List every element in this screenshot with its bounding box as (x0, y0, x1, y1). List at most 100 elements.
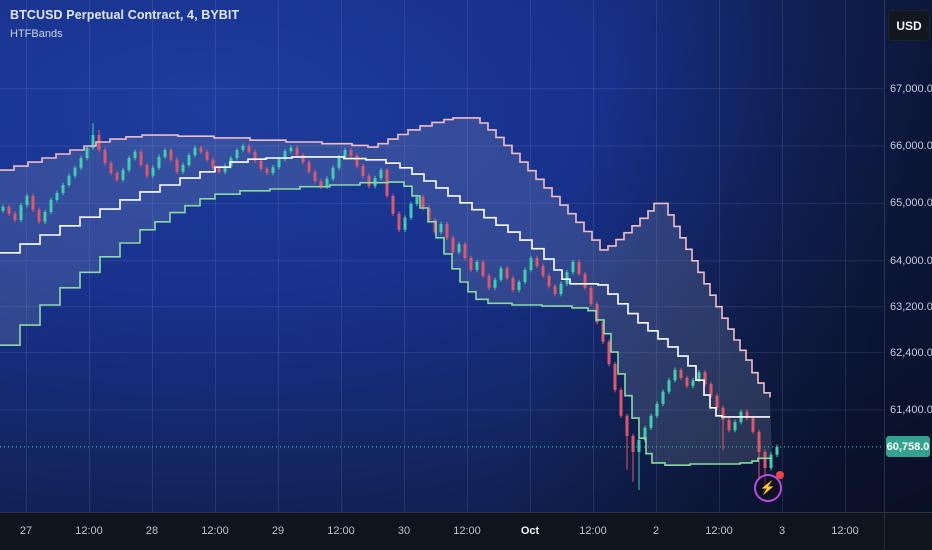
candle-body (445, 224, 449, 238)
candle-body (583, 273, 587, 288)
time-axis-label: 12:00 (201, 525, 229, 537)
candle-body (529, 257, 533, 270)
candle-body (349, 150, 353, 156)
candle-body (145, 164, 149, 176)
time-axis-label: 29 (271, 525, 285, 537)
publisher-logo[interactable]: ⚡ (754, 471, 784, 502)
candle-body (337, 156, 341, 168)
candle-body (613, 364, 617, 390)
chart-plot-area[interactable] (0, 0, 884, 512)
candle-body (73, 167, 77, 176)
candle-body (667, 380, 671, 392)
price-axis-label: 61,400.0 (890, 404, 932, 417)
candle-body (499, 268, 503, 280)
candle-body (67, 175, 71, 186)
candle-body (637, 439, 641, 452)
candle-body (607, 341, 611, 365)
candle-body (517, 282, 521, 291)
candle-body (157, 156, 161, 168)
indicator-label[interactable]: HTFBands (10, 28, 239, 40)
candle-body (151, 167, 155, 176)
candle-body (655, 403, 659, 416)
candle-body (217, 167, 221, 172)
candle-body (37, 209, 41, 222)
candle-body (727, 419, 731, 431)
candle-body (193, 147, 197, 156)
candle-body (289, 147, 293, 152)
candle-body (493, 279, 497, 288)
time-axis-label: 3 (778, 525, 786, 537)
candle-body (589, 287, 593, 304)
candle-body (343, 150, 347, 157)
candle-body (103, 150, 107, 164)
candle-body (187, 155, 191, 165)
candle-body (127, 158, 131, 171)
candle-body (247, 145, 251, 152)
candle-body (199, 147, 203, 152)
candle-body (625, 415, 629, 436)
candle-body (379, 170, 383, 179)
candle-body (469, 257, 473, 270)
candle-body (565, 272, 569, 284)
candle-body (85, 147, 89, 159)
candle-body (763, 451, 767, 469)
candle-body (547, 275, 551, 287)
candle-body (751, 418, 755, 432)
candle-body (463, 244, 467, 258)
candle-body (25, 195, 29, 206)
candle-body (163, 150, 167, 157)
symbol-title[interactable]: BTCUSD Perpetual Contract, 4, BYBIT (10, 8, 239, 22)
price-axis-label: 62,400.0 (890, 346, 932, 359)
candle-body (313, 171, 317, 181)
candle-body (205, 151, 209, 160)
candle-body (397, 213, 401, 230)
candle-body (403, 217, 407, 230)
candle-body (31, 195, 35, 210)
candle-body (19, 205, 23, 221)
candle-body (715, 395, 719, 408)
candle-body (733, 422, 737, 431)
candle-body (697, 372, 701, 381)
candle-body (55, 193, 59, 200)
candle-body (709, 384, 713, 396)
candle-body (331, 167, 335, 179)
time-axis[interactable]: 27 12:00 28 12:00 29 12:00 30 12:00 Oct 12:00 2 12:… (0, 512, 932, 550)
candle-body (133, 151, 137, 159)
time-axis-label: 12:00 (831, 525, 859, 537)
price-axis-label: 66,000.0 (890, 139, 932, 152)
chart-canvas[interactable] (0, 0, 884, 512)
candle-body (679, 369, 683, 378)
candle-body (49, 199, 53, 212)
candle-body (487, 275, 491, 288)
candle-body (121, 170, 125, 180)
last-price-badge: 60,758.0 (886, 436, 930, 458)
candle-body (571, 261, 575, 273)
time-axis-label: 12:00 (453, 525, 481, 537)
candle-body (511, 278, 515, 291)
candle-body (553, 286, 557, 295)
candle-body (169, 150, 173, 160)
candle-body (721, 407, 725, 420)
candle-body (475, 261, 479, 270)
candle-body (775, 446, 779, 455)
candle-body (319, 180, 323, 187)
candle-body (619, 389, 623, 416)
candle-body (631, 435, 635, 452)
price-axis-label: 64,000.0 (890, 254, 932, 267)
candle-body (1, 206, 5, 211)
axis-corner-separator (884, 513, 885, 550)
candle-body (13, 213, 17, 221)
candle-body (673, 369, 677, 381)
price-axis[interactable]: 60,758.0 67,000.0 66,000.0 65,000.0 64,000.… (884, 0, 932, 512)
candle-body (241, 145, 245, 151)
candle-body (109, 163, 113, 173)
time-axis-label: 30 (397, 525, 411, 537)
candle-body (685, 377, 689, 386)
chart-legend: BTCUSD Perpetual Contract, 4, BYBIT HTFB… (10, 8, 239, 40)
candle-body (115, 172, 119, 180)
price-axis-label: 67,000.0 (890, 82, 932, 95)
candle-body (451, 237, 455, 253)
candle-body (391, 195, 395, 214)
candle-body (79, 158, 83, 168)
candle-body (265, 168, 269, 173)
